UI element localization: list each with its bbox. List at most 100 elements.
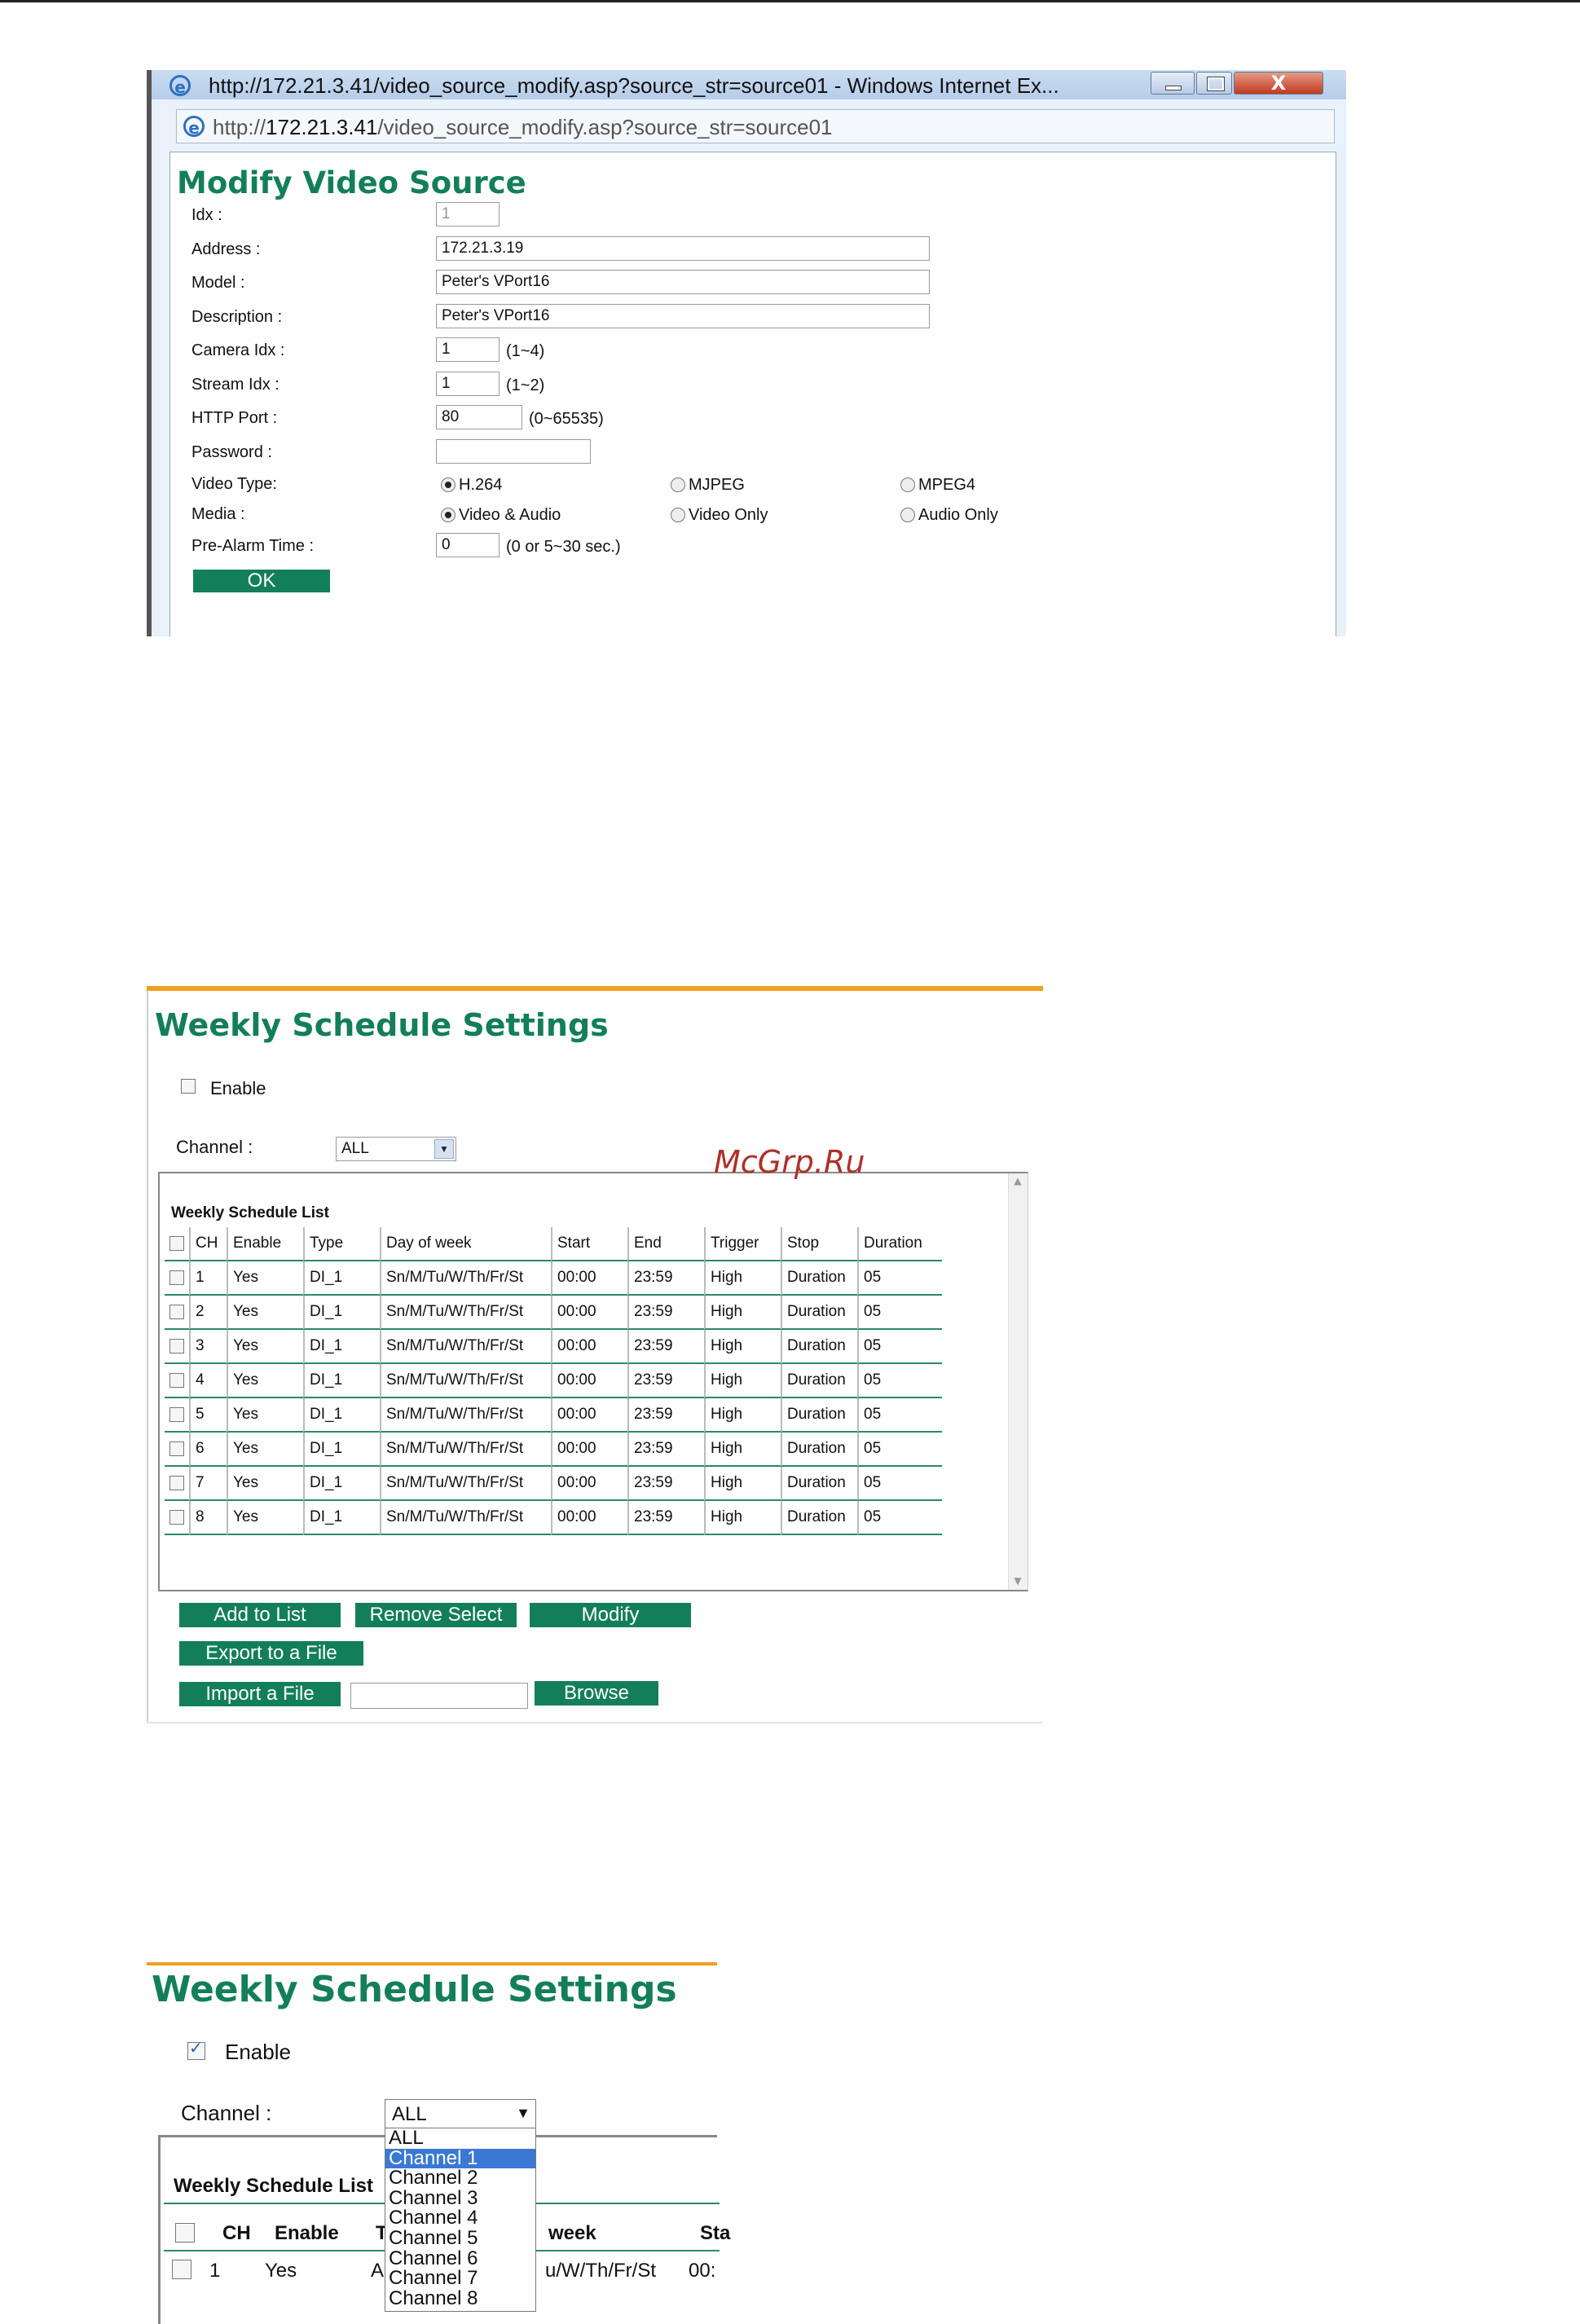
page-top-rule xyxy=(0,0,1580,2)
table-cell: Yes xyxy=(265,2260,297,2282)
table-cell: Yes xyxy=(227,1433,303,1467)
radio-selected-icon xyxy=(441,478,456,492)
media-audio-only-radio[interactable]: Audio Only xyxy=(900,506,998,525)
enable-label: Enable xyxy=(225,2040,291,2064)
channel-select[interactable]: ALL ▼ xyxy=(336,1137,456,1161)
address-bar[interactable]: e http://172.21.3.41/video_source_modify… xyxy=(176,109,1335,143)
table-cell: 1 xyxy=(209,2260,221,2282)
ok-button[interactable]: OK xyxy=(193,570,330,592)
http-port-hint: (0~65535) xyxy=(529,410,604,428)
row-checkbox[interactable] xyxy=(172,2260,191,2279)
table-cell: DI_1 xyxy=(303,1330,380,1364)
table-cell: Duration xyxy=(781,1330,857,1364)
dropdown-option-channel-8[interactable]: Channel 8 xyxy=(385,2288,535,2309)
row-checkbox[interactable] xyxy=(169,1372,184,1388)
maximize-button[interactable] xyxy=(1196,72,1232,95)
table-cell: 05 xyxy=(857,1501,942,1535)
select-all-checkbox[interactable] xyxy=(175,2223,195,2243)
table-cell: Duration xyxy=(781,1261,857,1296)
media-video-only-radio[interactable]: Video Only xyxy=(671,506,768,525)
row-checkbox[interactable] xyxy=(169,1475,184,1490)
enable-checkbox[interactable] xyxy=(187,2038,205,2060)
radio-icon xyxy=(671,508,685,522)
table-row[interactable]: 5 Yes DI_1 Sn/M/Tu/W/Th/Fr/St 00:00 23:5… xyxy=(165,1398,942,1433)
orange-header-bar xyxy=(147,986,1043,991)
row-checkbox[interactable] xyxy=(169,1509,184,1525)
table-row[interactable]: 8 Yes DI_1 Sn/M/Tu/W/Th/Fr/St 00:00 23:5… xyxy=(165,1501,942,1535)
http-port-field[interactable]: 80 xyxy=(436,405,522,429)
table-cell: 00:00 xyxy=(551,1467,627,1501)
channel-label: Channel : xyxy=(176,1137,253,1157)
table-cell: 05 xyxy=(857,1433,942,1467)
close-button[interactable]: X xyxy=(1234,72,1323,95)
video-type-mjpeg-radio[interactable]: MJPEG xyxy=(671,476,745,495)
table-cell: 05 xyxy=(857,1467,942,1501)
address-field[interactable]: 172.21.3.19 xyxy=(436,236,930,261)
description-field[interactable]: Peter's VPort16 xyxy=(436,304,930,328)
dropdown-option-channel-1[interactable]: Channel 1 xyxy=(385,2148,535,2169)
idx-label: Idx : xyxy=(191,206,222,224)
table-cell: 00:00 xyxy=(551,1398,627,1433)
table-row[interactable]: 3 Yes DI_1 Sn/M/Tu/W/Th/Fr/St 00:00 23:5… xyxy=(165,1330,942,1364)
file-path-input[interactable] xyxy=(350,1683,528,1709)
stream-idx-field[interactable]: 1 xyxy=(436,372,500,396)
channel-select[interactable]: ALL ▼ xyxy=(385,2099,536,2128)
browse-button[interactable]: Browse xyxy=(535,1681,658,1706)
radio-selected-icon xyxy=(441,508,456,522)
dropdown-option-channel-4[interactable]: Channel 4 xyxy=(385,2208,535,2229)
table-cell: 23:59 xyxy=(627,1467,704,1501)
row-checkbox[interactable] xyxy=(169,1441,184,1456)
import-file-button[interactable]: Import a File xyxy=(179,1682,341,1706)
table-row[interactable]: 7 Yes DI_1 Sn/M/Tu/W/Th/Fr/St 00:00 23:5… xyxy=(165,1467,942,1501)
dropdown-option-channel-2[interactable]: Channel 2 xyxy=(385,2168,535,2189)
table-cell: High xyxy=(704,1261,781,1296)
stream-idx-hint: (1~2) xyxy=(506,376,545,394)
table-cell: Yes xyxy=(227,1296,303,1330)
row-checkbox[interactable] xyxy=(169,1270,184,1285)
window-title: http://172.21.3.41/video_source_modify.a… xyxy=(209,73,1059,98)
dropdown-option-channel-6[interactable]: Channel 6 xyxy=(385,2248,535,2269)
dropdown-option-channel-5[interactable]: Channel 5 xyxy=(385,2229,535,2249)
scroll-up-icon[interactable]: ▲ xyxy=(1011,1175,1024,1188)
column-header: Enable xyxy=(227,1227,303,1261)
video-type-mpeg4-radio[interactable]: MPEG4 xyxy=(900,476,975,495)
media-video-audio-radio[interactable]: Video & Audio xyxy=(441,506,561,525)
row-checkbox[interactable] xyxy=(169,1406,184,1422)
dropdown-option-channel-3[interactable]: Channel 3 xyxy=(385,2188,535,2209)
table-cell: 00:00 xyxy=(551,1501,627,1535)
list-scrollbar[interactable]: ▲ ▼ xyxy=(1008,1173,1028,1590)
idx-field[interactable]: 1 xyxy=(436,202,500,227)
window-title-bar[interactable]: e http://172.21.3.41/video_source_modify… xyxy=(152,70,1346,99)
dropdown-option-channel-7[interactable]: Channel 7 xyxy=(385,2269,535,2289)
table-row[interactable]: 6 Yes DI_1 Sn/M/Tu/W/Th/Fr/St 00:00 23:5… xyxy=(165,1433,942,1467)
remove-select-button[interactable]: Remove Select xyxy=(355,1603,517,1627)
model-field[interactable]: Peter's VPort16 xyxy=(436,270,930,294)
table-cell: High xyxy=(704,1296,781,1330)
pre-alarm-field[interactable]: 0 xyxy=(436,533,500,557)
modify-button[interactable]: Modify xyxy=(530,1603,691,1627)
dropdown-option-all[interactable]: ALL xyxy=(385,2128,535,2149)
video-type-h264-radio[interactable]: H.264 xyxy=(441,476,502,495)
select-all-checkbox[interactable] xyxy=(169,1235,184,1251)
table-row[interactable]: 4 Yes DI_1 Sn/M/Tu/W/Th/Fr/St 00:00 23:5… xyxy=(165,1364,942,1398)
row-checkbox[interactable] xyxy=(169,1338,184,1353)
schedule-table: CH Enable Type Day of week Start End Tri… xyxy=(165,1227,942,1535)
table-cell: High xyxy=(704,1398,781,1433)
minimize-button[interactable] xyxy=(1151,72,1195,95)
enable-checkbox[interactable] xyxy=(181,1079,196,1094)
row-checkbox[interactable] xyxy=(169,1304,184,1319)
table-cell: Duration xyxy=(781,1467,857,1501)
table-cell: 4 xyxy=(189,1364,227,1398)
add-to-list-button[interactable]: Add to List xyxy=(179,1603,341,1627)
export-file-button[interactable]: Export to a File xyxy=(179,1641,363,1666)
camera-idx-label: Camera Idx : xyxy=(191,341,285,359)
password-field[interactable] xyxy=(436,439,591,464)
camera-idx-field[interactable]: 1 xyxy=(436,337,500,362)
column-header: CH xyxy=(189,1227,227,1261)
table-row[interactable]: 2 Yes DI_1 Sn/M/Tu/W/Th/Fr/St 00:00 23:5… xyxy=(165,1296,942,1330)
table-row[interactable]: 1 Yes DI_1 Sn/M/Tu/W/Th/Fr/St 00:00 23:5… xyxy=(165,1261,942,1296)
table-cell: 23:59 xyxy=(627,1433,704,1467)
model-label: Model : xyxy=(191,274,245,292)
scroll-down-icon[interactable]: ▼ xyxy=(1011,1575,1024,1588)
channel-dropdown-list[interactable]: ALL Channel 1 Channel 2 Channel 3 Channe… xyxy=(385,2128,536,2312)
